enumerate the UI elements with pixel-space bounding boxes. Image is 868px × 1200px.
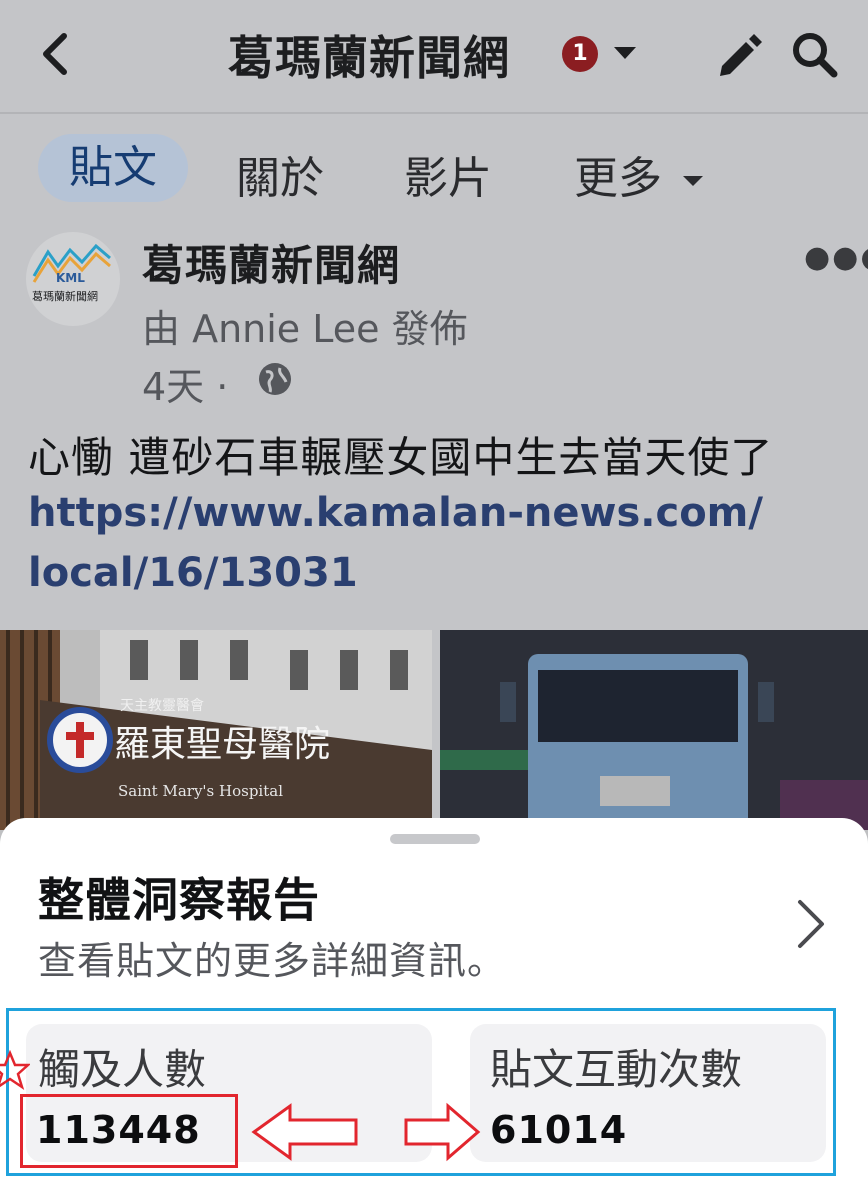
reach-value-highlight <box>20 1094 238 1168</box>
right-arrow-icon <box>404 1102 481 1162</box>
hospital-photo: 天主教靈醫會 羅東聖母醫院 Saint Mary's Hospital <box>0 630 432 830</box>
star-icon <box>0 1050 30 1090</box>
top-bar: 葛瑪蘭新聞網 1 <box>0 0 868 110</box>
insights-sheet: 整體洞察報告 查看貼文的更多詳細資訊。 觸及人數 113448 貼文互動次數 6… <box>0 818 868 1200</box>
post-author: 由 Annie Lee 發佈 <box>142 307 468 351</box>
post-image-hospital[interactable]: 天主教靈醫會 羅東聖母醫院 Saint Mary's Hospital <box>0 630 432 830</box>
post-link-line1[interactable]: https://www.kamalan-news.com/ <box>28 490 763 536</box>
chevron-right-icon[interactable] <box>790 896 830 952</box>
hospital-sign-small: 天主教靈醫會 <box>120 698 204 714</box>
page-avatar[interactable]: KML 葛瑪蘭新聞網 <box>26 232 120 326</box>
notification-badge[interactable]: 1 <box>562 36 598 72</box>
insights-title[interactable]: 整體洞察報告 <box>38 864 320 930</box>
kml-logo-icon: KML 葛瑪蘭新聞網 <box>32 243 111 303</box>
header-divider <box>0 112 868 114</box>
globe-icon <box>259 363 291 395</box>
left-arrow-icon <box>251 1103 358 1161</box>
pencil-icon[interactable] <box>714 30 764 80</box>
more-options-icon[interactable]: ●●● <box>804 240 868 275</box>
engagement-value: 61014 <box>490 1108 628 1152</box>
tab-about[interactable]: 關於 <box>236 142 324 206</box>
page-title: 葛瑪蘭新聞網 <box>228 31 510 85</box>
caret-down-icon <box>683 176 703 186</box>
tab-posts[interactable]: 貼文 <box>38 134 188 202</box>
truck-photo <box>440 630 868 830</box>
post-image-truck[interactable] <box>440 630 868 830</box>
back-arrow-icon[interactable] <box>36 26 76 82</box>
post-headline: 心慟 遭砂石車輾壓女國中生去當天使了 <box>28 433 774 482</box>
reach-label: 觸及人數 <box>38 1045 207 1094</box>
caret-down-icon[interactable] <box>612 44 638 62</box>
hospital-sign-en: Saint Mary's Hospital <box>118 782 283 800</box>
logo-text: KML <box>56 271 85 285</box>
engagement-label: 貼文互動次數 <box>490 1045 743 1094</box>
hospital-sign: 羅東聖母醫院 <box>114 724 330 765</box>
post-page-name[interactable]: 葛瑪蘭新聞網 <box>142 232 400 293</box>
insights-subtitle: 查看貼文的更多詳細資訊。 <box>38 939 507 983</box>
post-age: 4天 · <box>142 365 229 409</box>
tab-videos[interactable]: 影片 <box>404 142 492 206</box>
sheet-drag-handle[interactable] <box>390 834 480 844</box>
search-icon[interactable] <box>790 30 840 80</box>
tab-more-label: 更多 <box>574 153 662 204</box>
tab-more[interactable]: 更多 <box>574 142 704 206</box>
post-link-line2[interactable]: local/16/13031 <box>28 550 358 596</box>
logo-caption: 葛瑪蘭新聞網 <box>32 289 98 303</box>
